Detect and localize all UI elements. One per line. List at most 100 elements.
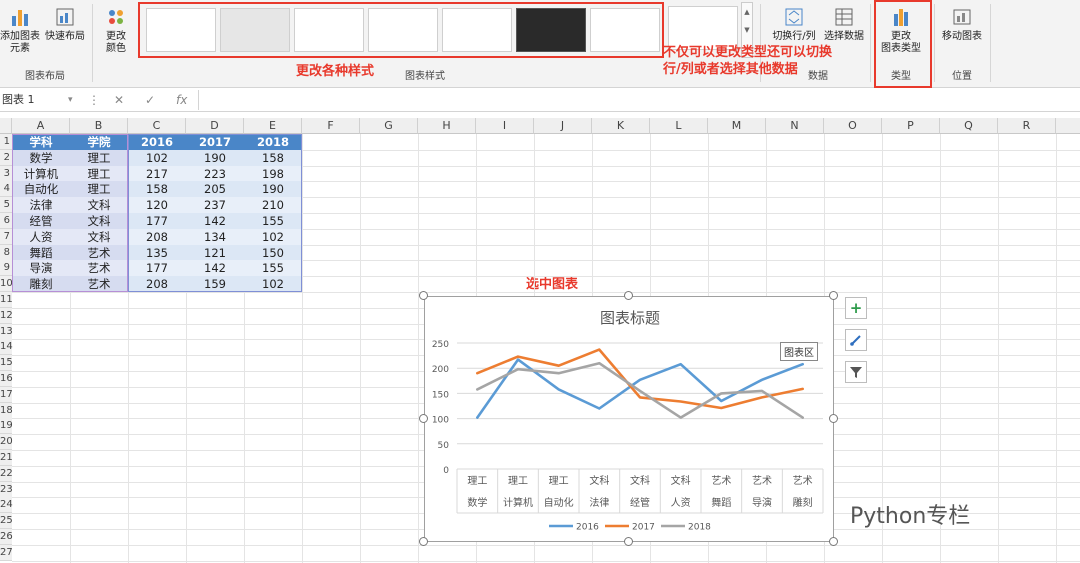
row-header[interactable]: 20 (0, 434, 13, 451)
row-header[interactable]: 21 (0, 450, 13, 466)
x-tick-label-outer: 理工 (508, 475, 528, 487)
name-box[interactable]: 图表 1 (0, 91, 78, 109)
chart-styles-brush-icon[interactable] (845, 329, 867, 351)
gridline (12, 560, 1080, 562)
x-tick-label: 雕刻 (793, 496, 813, 509)
row-header[interactable]: 22 (0, 465, 13, 482)
column-header[interactable]: J (534, 118, 592, 134)
y-tick-label: 50 (438, 441, 450, 451)
select-all-corner[interactable] (0, 118, 12, 134)
row-header[interactable]: 5 (0, 197, 12, 214)
row-header[interactable]: 25 (0, 513, 13, 530)
palette-icon (109, 10, 123, 24)
resize-handle[interactable] (829, 291, 838, 300)
chart-title[interactable]: 图表标题 (600, 309, 660, 327)
chart-elements-plus-icon[interactable]: + (845, 297, 867, 319)
row-header[interactable]: 1 (0, 134, 12, 150)
column-header[interactable]: C (128, 118, 186, 134)
row-header[interactable]: 4 (0, 181, 12, 198)
x-tick-label: 人资 (671, 497, 691, 509)
x-tick-label-outer: 文科 (589, 474, 609, 487)
quick-layout-button[interactable]: 快速布局 (42, 6, 88, 43)
row-header[interactable]: 8 (0, 244, 12, 261)
resize-handle[interactable] (419, 291, 428, 300)
row-header[interactable]: 3 (0, 165, 12, 182)
row-header[interactable]: 17 (0, 386, 13, 403)
row-header[interactable]: 24 (0, 497, 13, 514)
separator (92, 4, 93, 82)
x-tick-label-outer: 艺术 (752, 475, 772, 487)
column-header[interactable]: H (418, 118, 476, 134)
column-header[interactable]: I (476, 118, 534, 134)
select-data-button[interactable]: 选择数据 (822, 6, 866, 43)
formula-input[interactable] (198, 90, 1078, 110)
column-header[interactable]: O (824, 118, 882, 134)
column-header[interactable]: G (360, 118, 418, 134)
cancel-icon[interactable]: ✕ (114, 91, 124, 109)
row-header[interactable]: 10 (0, 276, 13, 293)
resize-handle[interactable] (624, 291, 633, 300)
column-header[interactable]: N (766, 118, 824, 134)
row-header[interactable]: 19 (0, 418, 13, 435)
move-chart-button[interactable]: 移动图表 (938, 6, 986, 43)
column-header[interactable]: M (708, 118, 766, 134)
chart-style-thumb[interactable] (294, 8, 364, 52)
column-header[interactable]: P (882, 118, 940, 134)
resize-handle[interactable] (829, 414, 838, 423)
more-icon: ⋮ (88, 93, 100, 107)
switch-row-column-icon (785, 8, 803, 26)
add-chart-element-icon (12, 10, 28, 26)
chevron-down-icon[interactable]: ▾ (68, 91, 73, 109)
column-header[interactable]: D (186, 118, 244, 134)
chart-style-thumb[interactable] (590, 8, 660, 52)
column-header[interactable]: L (650, 118, 708, 134)
chart[interactable]: 图表标题 0 50 100 150 200 250 理工 理工 理工 文科 文科 文科 艺术 艺术 艺术 数学… (424, 296, 834, 542)
change-color-button[interactable]: 更改 颜色 (98, 6, 134, 55)
separator (934, 4, 935, 82)
switch-row-column-button[interactable]: 切换行/列 (766, 6, 822, 43)
row-header[interactable]: 7 (0, 228, 12, 245)
resize-handle[interactable] (419, 414, 428, 423)
column-header[interactable]: E (244, 118, 302, 134)
chart-filter-icon[interactable] (845, 361, 867, 383)
fx-icon[interactable]: fx (176, 91, 187, 109)
formula-bar: 图表 1 ▾ ⋮ ✕ ✓ fx (0, 88, 1080, 112)
chart-style-thumb[interactable] (368, 8, 438, 52)
row-header[interactable]: 23 (0, 481, 13, 498)
row-header[interactable]: 2 (0, 149, 12, 166)
chart-style-thumb[interactable] (516, 8, 586, 52)
column-header[interactable]: B (70, 118, 128, 134)
legend-label: 2018 (688, 523, 711, 533)
resize-handle[interactable] (829, 537, 838, 546)
column-header[interactable]: F (302, 118, 360, 134)
row-header[interactable]: 12 (0, 307, 13, 324)
chart-style-thumb[interactable] (146, 8, 216, 52)
chart-style-thumb[interactable] (442, 8, 512, 52)
column-header[interactable]: K (592, 118, 650, 134)
resize-handle[interactable] (624, 537, 633, 546)
chart-styles-gallery (138, 2, 664, 58)
row-header[interactable]: 6 (0, 213, 12, 229)
annotation-data: 不仅可以更改类型还可以切换 行/列或者选择其他数据 (663, 45, 833, 77)
chart-style-thumb[interactable] (220, 8, 290, 52)
add-chart-element-button[interactable]: 添加图表 元素 (0, 6, 40, 55)
column-header[interactable]: Q (940, 118, 998, 134)
resize-handle[interactable] (419, 537, 428, 546)
row-header[interactable]: 18 (0, 402, 13, 419)
row-header[interactable]: 14 (0, 339, 13, 356)
move-chart-label: 移动图表 (942, 31, 982, 42)
row-header[interactable]: 26 (0, 529, 13, 545)
column-header[interactable]: A (12, 118, 70, 134)
legend-label: 2016 (576, 523, 599, 533)
row-header[interactable]: 13 (0, 323, 13, 340)
column-header[interactable]: R (998, 118, 1056, 134)
row-header[interactable]: 15 (0, 355, 13, 372)
x-tick-label: 导演 (752, 496, 772, 509)
row-header[interactable]: 9 (0, 260, 12, 277)
row-header[interactable]: 16 (0, 371, 13, 387)
row-header[interactable]: 11 (0, 292, 13, 308)
row-header[interactable]: 27 (0, 544, 13, 561)
x-tick-label-outer: 艺术 (711, 475, 731, 487)
column-header[interactable]: S (1056, 118, 1080, 134)
confirm-icon[interactable]: ✓ (145, 91, 155, 109)
